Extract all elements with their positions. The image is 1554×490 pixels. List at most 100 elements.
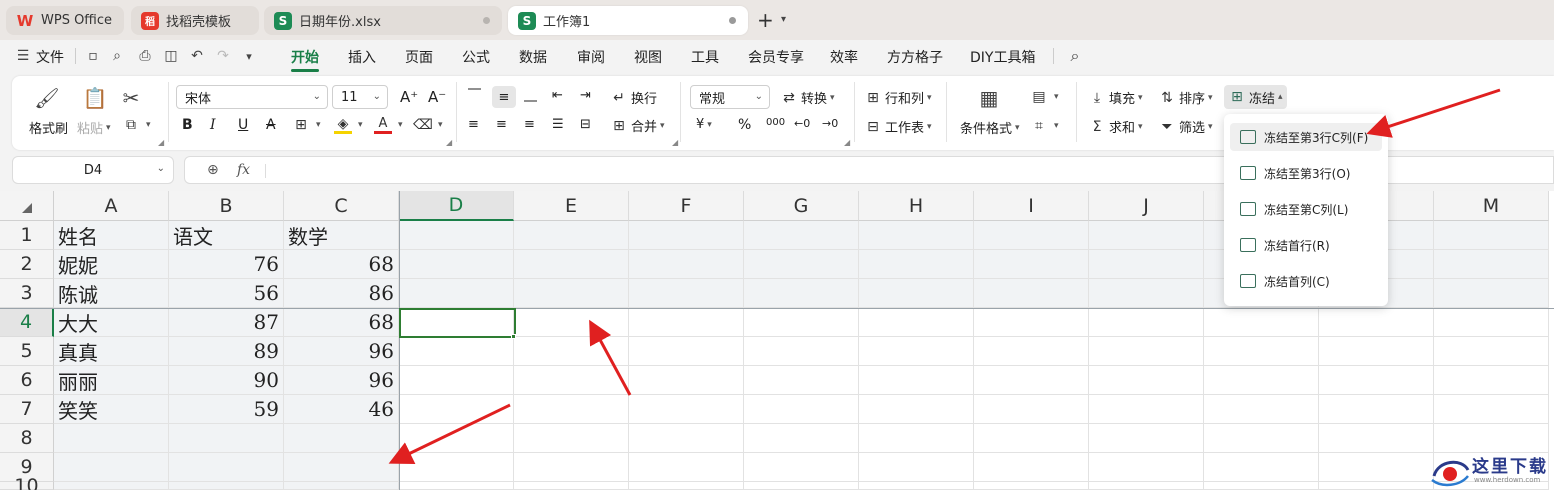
cell-k7[interactable] xyxy=(1204,395,1319,424)
hamburger-menu-icon[interactable]: ☰ xyxy=(14,47,32,65)
cell-e2[interactable] xyxy=(514,250,629,279)
menu-file[interactable]: 文件 xyxy=(36,47,64,67)
cell-h7[interactable] xyxy=(859,395,974,424)
clear-button[interactable]: ⌫ ▾ xyxy=(413,116,442,134)
percent-button[interactable]: % xyxy=(738,117,751,133)
cell-f4[interactable] xyxy=(629,308,744,337)
cell-a2[interactable]: 妮妮 xyxy=(54,250,169,279)
border-button[interactable]: ⊞ ▾ xyxy=(292,116,320,134)
cell-c6[interactable]: 96 xyxy=(284,366,399,395)
cell-f3[interactable] xyxy=(629,279,744,308)
save-icon[interactable]: ▫ xyxy=(84,47,102,65)
cell-c10[interactable] xyxy=(284,482,399,490)
cell-f1[interactable] xyxy=(629,221,744,250)
cell-i6[interactable] xyxy=(974,366,1089,395)
dialog-launcher-icon[interactable]: ◢ xyxy=(158,138,164,147)
cell-h8[interactable] xyxy=(859,424,974,453)
cell-m6[interactable] xyxy=(1434,366,1549,395)
underline-button[interactable]: U xyxy=(238,117,248,133)
cell-l6[interactable] xyxy=(1319,366,1434,395)
menu-review[interactable]: 审阅 xyxy=(577,47,605,67)
cell-g6[interactable] xyxy=(744,366,859,395)
thousands-button[interactable]: 000 xyxy=(766,117,785,128)
cell-a3[interactable]: 陈诚 xyxy=(54,279,169,308)
cell-e9[interactable] xyxy=(514,453,629,482)
indent-decrease-icon[interactable]: ⇤ xyxy=(552,88,563,103)
freeze-to-row3[interactable]: 冻结至第3行(O) xyxy=(1230,159,1382,187)
cell-d2[interactable] xyxy=(399,250,514,279)
row-header-1[interactable]: 1 xyxy=(0,221,54,250)
menu-member[interactable]: 会员专享 xyxy=(748,47,804,67)
menu-efficiency[interactable]: 效率 xyxy=(830,47,858,67)
active-cell-d4[interactable] xyxy=(399,308,516,338)
tab-workbook1[interactable]: S 工作簿1 xyxy=(508,6,748,35)
cell-style-button[interactable]: ▤ ▾ xyxy=(1030,88,1058,106)
cell-g5[interactable] xyxy=(744,337,859,366)
cell-f10[interactable] xyxy=(629,482,744,490)
cell-j5[interactable] xyxy=(1089,337,1204,366)
cell-k6[interactable] xyxy=(1204,366,1319,395)
dialog-launcher-icon[interactable]: ◢ xyxy=(446,138,452,147)
search-icon[interactable]: ⌕ xyxy=(1066,46,1084,65)
row-header-2[interactable]: 2 xyxy=(0,250,54,279)
cell-e1[interactable] xyxy=(514,221,629,250)
cell-g1[interactable] xyxy=(744,221,859,250)
select-all-corner[interactable] xyxy=(0,191,54,221)
cell-e5[interactable] xyxy=(514,337,629,366)
freeze-to-row3-colc[interactable]: 冻结至第3行C列(F) xyxy=(1230,123,1382,151)
cell-l5[interactable] xyxy=(1319,337,1434,366)
cell-a5[interactable]: 真真 xyxy=(54,337,169,366)
align-left-icon[interactable]: ≡ xyxy=(468,117,479,132)
cell-i10[interactable] xyxy=(974,482,1089,490)
cell-a7[interactable]: 笑笑 xyxy=(54,395,169,424)
cell-d6[interactable] xyxy=(399,366,514,395)
cell-i9[interactable] xyxy=(974,453,1089,482)
column-header-m[interactable]: M xyxy=(1434,191,1549,221)
more-chevron-icon[interactable]: ▾ xyxy=(240,47,258,65)
decimal-increase-icon[interactable]: ←0 xyxy=(794,117,810,130)
number-format-select[interactable]: 常规 ⌄ xyxy=(690,85,770,109)
cell-f5[interactable] xyxy=(629,337,744,366)
cell-c1[interactable]: 数学 xyxy=(284,221,399,250)
column-header-e[interactable]: E xyxy=(514,191,629,221)
close-dot-icon[interactable] xyxy=(483,17,490,24)
cell-b7[interactable]: 59 xyxy=(169,395,284,424)
cell-h2[interactable] xyxy=(859,250,974,279)
cell-h6[interactable] xyxy=(859,366,974,395)
cell-a9[interactable] xyxy=(54,453,169,482)
cell-i4[interactable] xyxy=(974,308,1089,337)
cell-i5[interactable] xyxy=(974,337,1089,366)
strikethrough-button[interactable]: A xyxy=(266,117,276,133)
cell-f7[interactable] xyxy=(629,395,744,424)
row-header-4[interactable]: 4 xyxy=(0,308,54,337)
cell-a4[interactable]: 大大 xyxy=(54,308,169,337)
justify-icon[interactable]: ☰ xyxy=(552,117,564,132)
cell-j4[interactable] xyxy=(1089,308,1204,337)
cell-e10[interactable] xyxy=(514,482,629,490)
currency-button[interactable]: ¥ ▾ xyxy=(696,117,712,132)
fill-button[interactable]: ⤓ 填充 ▾ xyxy=(1088,88,1143,108)
distribute-icon[interactable]: ⊟ xyxy=(580,117,591,132)
cell-b9[interactable] xyxy=(169,453,284,482)
cell-h9[interactable] xyxy=(859,453,974,482)
format-painter-icon[interactable]: 🖌 xyxy=(34,86,60,110)
cell-f6[interactable] xyxy=(629,366,744,395)
convert-button[interactable]: ⇄ 转换 ▾ xyxy=(780,88,834,108)
cell-b1[interactable]: 语文 xyxy=(169,221,284,250)
cell-k4[interactable] xyxy=(1204,308,1319,337)
wrap-text-button[interactable]: ↵ 换行 xyxy=(610,88,657,108)
cell-b5[interactable]: 89 xyxy=(169,337,284,366)
freeze-to-colc[interactable]: 冻结至第C列(L) xyxy=(1230,195,1382,223)
tab-wps-office[interactable]: W WPS Office xyxy=(6,6,124,35)
cell-m4[interactable] xyxy=(1434,308,1549,337)
cell-f2[interactable] xyxy=(629,250,744,279)
decimal-decrease-icon[interactable]: →0 xyxy=(822,117,838,130)
column-header-h[interactable]: H xyxy=(859,191,974,221)
menu-data[interactable]: 数据 xyxy=(519,47,547,67)
menu-formula[interactable]: 公式 xyxy=(462,47,490,67)
cell-c9[interactable] xyxy=(284,453,399,482)
cell-j2[interactable] xyxy=(1089,250,1204,279)
cell-g4[interactable] xyxy=(744,308,859,337)
cell-j9[interactable] xyxy=(1089,453,1204,482)
cell-g7[interactable] xyxy=(744,395,859,424)
